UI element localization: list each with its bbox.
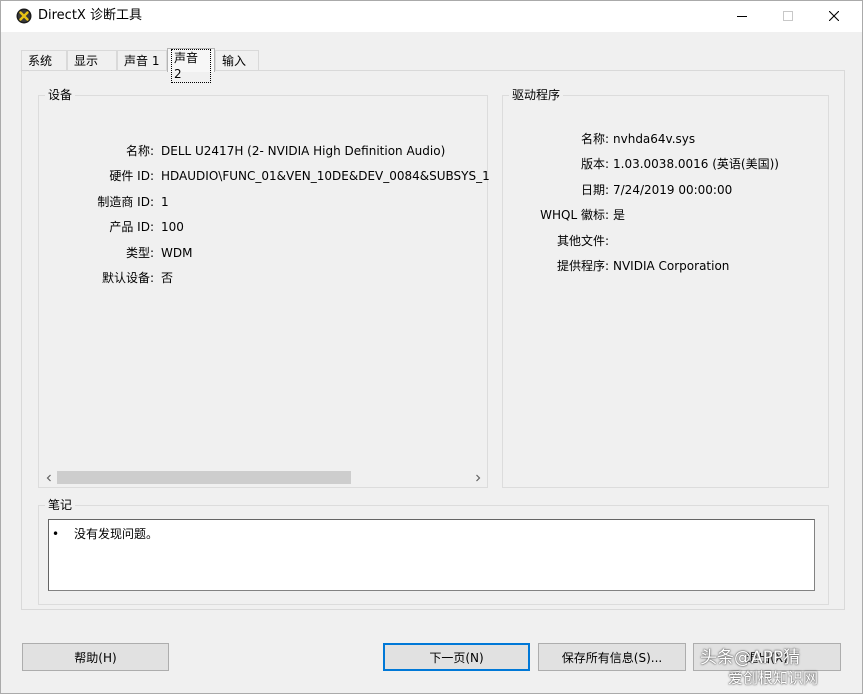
tab-sound-2[interactable]: 声音 2 — [167, 48, 215, 83]
device-row-product-id: 产品 ID: 100 — [109, 220, 184, 234]
maximize-icon — [783, 10, 793, 24]
chevron-left-icon[interactable] — [40, 469, 57, 486]
driver-row-version: 版本: 1.03.0038.0016 (英语(美国)) — [580, 157, 779, 171]
notes-textbox[interactable]: • 没有发现问题。 — [48, 519, 815, 591]
driver-row-date: 日期: 7/24/2019 00:00:00 — [580, 183, 733, 197]
driver-whql-value: 是 — [613, 208, 626, 222]
driver-row-other-files: 其他文件: — [556, 234, 609, 248]
device-row-default-device: 默认设备: 否 — [101, 271, 174, 285]
minimize-icon — [737, 10, 747, 24]
device-row-hardware-id: 硬件 ID: HDAUDIO\FUNC_01&VEN_10DE&DEV_0084… — [39, 167, 489, 185]
device-product-id-value: 100 — [161, 220, 184, 234]
minimize-button[interactable] — [719, 1, 765, 32]
driver-group: 驱动程序 名称: nvhda64v.sys 版本: 1.03.0038.0016… — [502, 87, 829, 488]
device-name-value: DELL U2417H (2- NVIDIA High Definition A… — [161, 144, 446, 158]
maximize-button[interactable] — [765, 1, 811, 32]
driver-row-name: 名称: nvhda64v.sys — [580, 132, 696, 146]
device-row-name: 名称: DELL U2417H (2- NVIDIA High Definiti… — [125, 144, 446, 158]
close-button[interactable] — [811, 1, 857, 32]
tab-system[interactable]: 系统 — [21, 50, 67, 70]
device-row-manufacturer-id: 制造商 ID: 1 — [97, 195, 169, 209]
close-icon — [828, 10, 840, 24]
tab-input[interactable]: 输入 — [215, 50, 259, 70]
notes-group: 笔记 • 没有发现问题。 — [38, 497, 829, 605]
scrollbar-thumb[interactable] — [57, 471, 351, 484]
device-row-type: 类型: WDM — [125, 246, 193, 260]
tab-sound-1[interactable]: 声音 1 — [117, 50, 167, 70]
title-bar[interactable]: DirectX 诊断工具 — [1, 1, 862, 32]
tab-display[interactable]: 显示 — [67, 50, 117, 70]
directx-diagnostic-window: DirectX 诊断工具 系统 显示 声音 1 声音 2 输入 设备 名称: D… — [0, 0, 863, 694]
chevron-right-icon[interactable] — [469, 469, 486, 486]
driver-row-provider: 提供程序: NVIDIA Corporation — [556, 259, 730, 273]
driver-version-value: 1.03.0038.0016 (英语(美国)) — [613, 157, 779, 171]
device-horizontal-scrollbar[interactable] — [40, 469, 486, 486]
directx-x-icon — [16, 8, 32, 24]
notes-group-label: 笔记 — [45, 497, 76, 513]
driver-date-value: 7/24/2019 00:00:00 — [613, 183, 733, 197]
save-all-info-button[interactable]: 保存所有信息(S)... — [538, 643, 686, 671]
note-bullet: • — [52, 527, 60, 541]
device-manufacturer-id-value: 1 — [161, 195, 169, 209]
exit-button[interactable]: 退出(X) — [693, 643, 841, 671]
next-page-button[interactable]: 下一页(N) — [383, 643, 530, 671]
device-hardware-id-value: HDAUDIO\FUNC_01&VEN_10DE&DEV_0084&SUBSYS… — [161, 169, 489, 183]
driver-provider-value: NVIDIA Corporation — [613, 259, 730, 273]
driver-group-label: 驱动程序 — [509, 87, 564, 103]
device-group-label: 设备 — [45, 87, 76, 103]
driver-name-value: nvhda64v.sys — [613, 132, 696, 146]
window-title: DirectX 诊断工具 — [38, 8, 142, 23]
device-type-value: WDM — [161, 246, 193, 260]
driver-row-whql: WHQL 徽标: 是 — [540, 208, 626, 222]
sound-2-panel: 设备 名称: DELL U2417H (2- NVIDIA High Defin… — [21, 70, 845, 610]
note-text: 没有发现问题。 — [74, 527, 159, 541]
device-group: 设备 名称: DELL U2417H (2- NVIDIA High Defin… — [38, 87, 489, 488]
device-default-value: 否 — [161, 271, 174, 285]
help-button[interactable]: 帮助(H) — [22, 643, 169, 671]
